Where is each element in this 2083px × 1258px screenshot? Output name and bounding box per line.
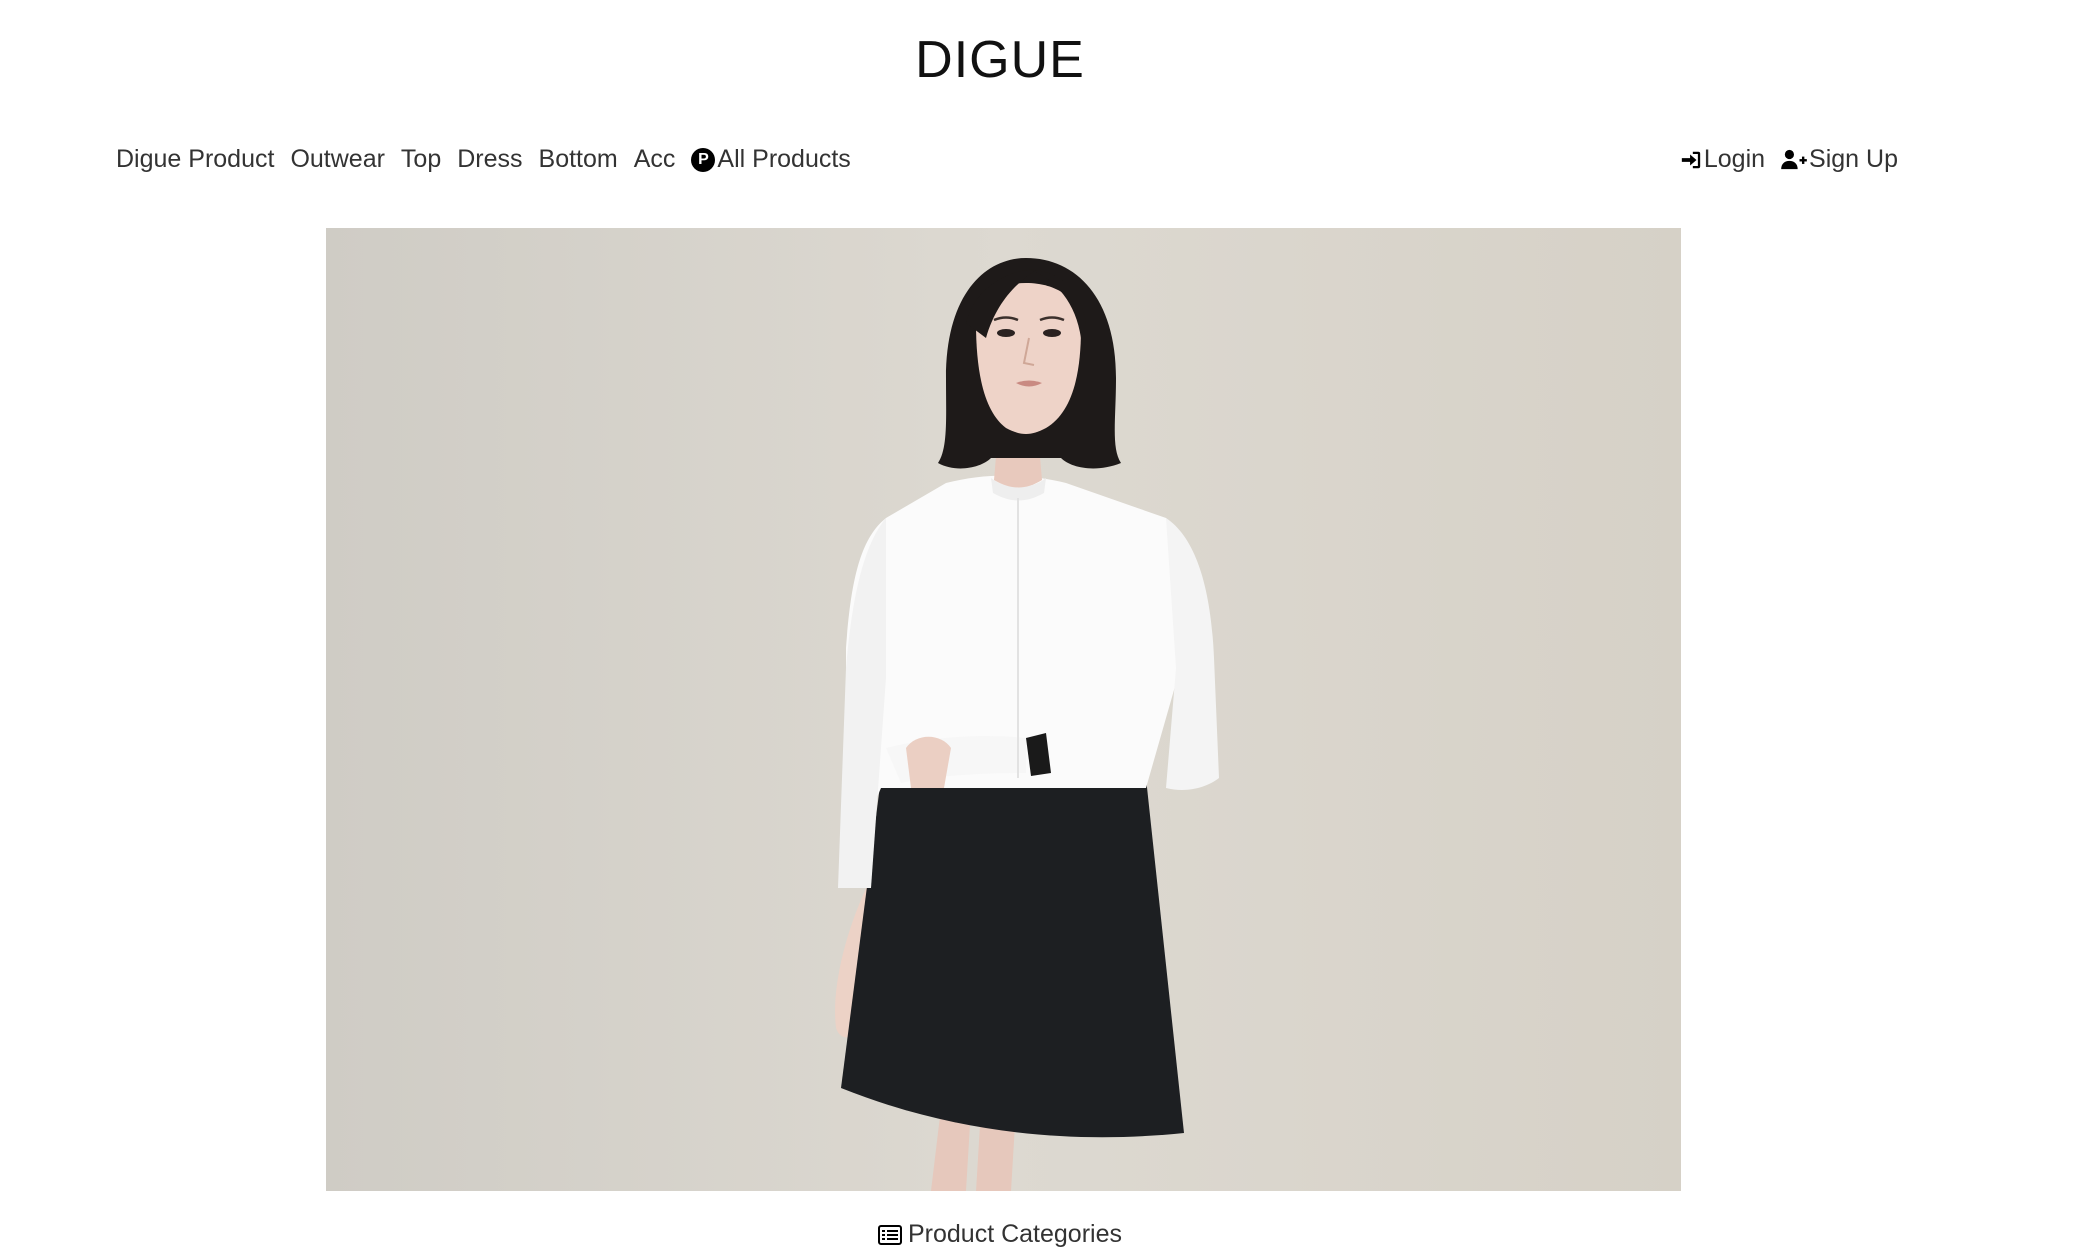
sign-in-icon [1681, 151, 1701, 168]
nav-item-digue-product[interactable]: Digue Product [116, 145, 274, 174]
nav-item-acc[interactable]: Acc [634, 145, 676, 174]
product-categories-label: Product Categories [907, 1220, 1122, 1248]
product-categories-link[interactable]: Product Categories [877, 1220, 1122, 1249]
signup-link[interactable]: Sign Up [1781, 145, 1898, 174]
signup-label: Sign Up [1809, 145, 1898, 173]
page: DIGUE Digue Product Outwear Top Dress Bo… [0, 0, 2083, 1258]
nav-item-top[interactable]: Top [401, 145, 441, 174]
login-link[interactable]: Login [1680, 145, 1765, 174]
nav-item-outwear[interactable]: Outwear [290, 145, 384, 174]
p-circle-icon: P [691, 147, 716, 172]
auth-links: Login Sign Up [1680, 145, 1898, 174]
product-categories-bar: Product Categories [0, 1220, 2000, 1249]
list-alt-icon [877, 1224, 902, 1245]
nav-item-bottom[interactable]: Bottom [539, 145, 618, 174]
brand-logo[interactable]: DIGUE [0, 30, 2000, 90]
nav-item-dress[interactable]: Dress [457, 145, 522, 174]
user-plus-icon [1781, 149, 1807, 169]
nav-item-all-products[interactable]: P All Products [691, 145, 851, 174]
all-products-label: All Products [717, 145, 851, 173]
main-nav: Digue Product Outwear Top Dress Bottom A… [116, 145, 851, 174]
hero-model-photo [326, 228, 1681, 1191]
login-label: Login [1703, 145, 1766, 173]
hero-banner-image[interactable] [326, 228, 1681, 1191]
